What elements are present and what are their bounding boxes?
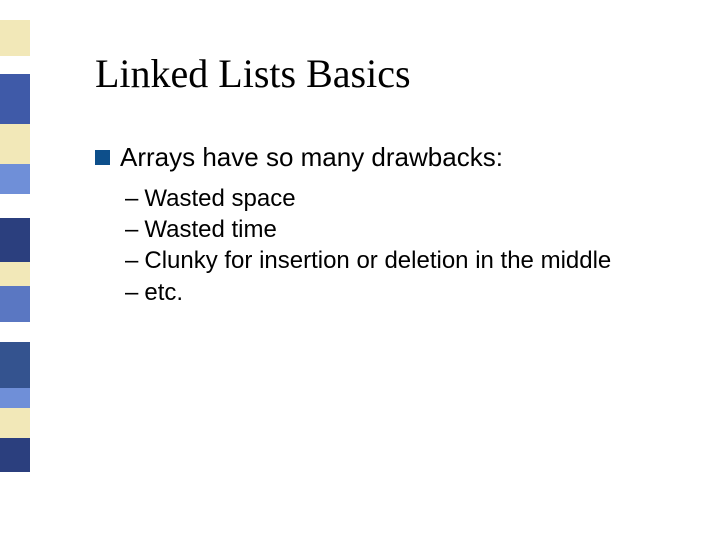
sidebar-block xyxy=(0,342,30,388)
bullet-text: Arrays have so many drawbacks: xyxy=(120,142,503,173)
sidebar-block xyxy=(0,322,30,342)
square-bullet-icon xyxy=(95,150,110,165)
decorative-sidebar xyxy=(0,20,30,500)
sidebar-block xyxy=(0,438,30,472)
dash-icon: – xyxy=(125,245,138,276)
sidebar-block xyxy=(0,20,30,56)
dash-icon: – xyxy=(125,183,138,214)
sidebar-block xyxy=(0,286,30,322)
list-item-text: Clunky for insertion or deletion in the … xyxy=(144,245,611,276)
sidebar-block xyxy=(0,74,30,124)
list-item-text: Wasted time xyxy=(144,214,276,245)
sidebar-block xyxy=(0,124,30,164)
list-item: – Wasted time xyxy=(125,214,680,245)
sidebar-block xyxy=(0,388,30,408)
sidebar-block xyxy=(0,194,30,218)
list-item-text: Wasted space xyxy=(144,183,295,214)
sidebar-block xyxy=(0,164,30,194)
list-item-text: etc. xyxy=(144,277,183,308)
sub-bullet-list: – Wasted space – Wasted time – Clunky fo… xyxy=(125,183,680,308)
bullet-level1: Arrays have so many drawbacks: xyxy=(95,142,680,173)
sidebar-block xyxy=(0,262,30,286)
slide-content: Linked Lists Basics Arrays have so many … xyxy=(95,50,680,308)
sidebar-block xyxy=(0,408,30,438)
list-item: – Wasted space xyxy=(125,183,680,214)
dash-icon: – xyxy=(125,214,138,245)
dash-icon: – xyxy=(125,277,138,308)
sidebar-block xyxy=(0,218,30,262)
sidebar-block xyxy=(0,472,30,500)
slide-title: Linked Lists Basics xyxy=(95,50,680,97)
sidebar-block xyxy=(0,56,30,74)
list-item: – Clunky for insertion or deletion in th… xyxy=(125,245,680,276)
list-item: – etc. xyxy=(125,277,680,308)
